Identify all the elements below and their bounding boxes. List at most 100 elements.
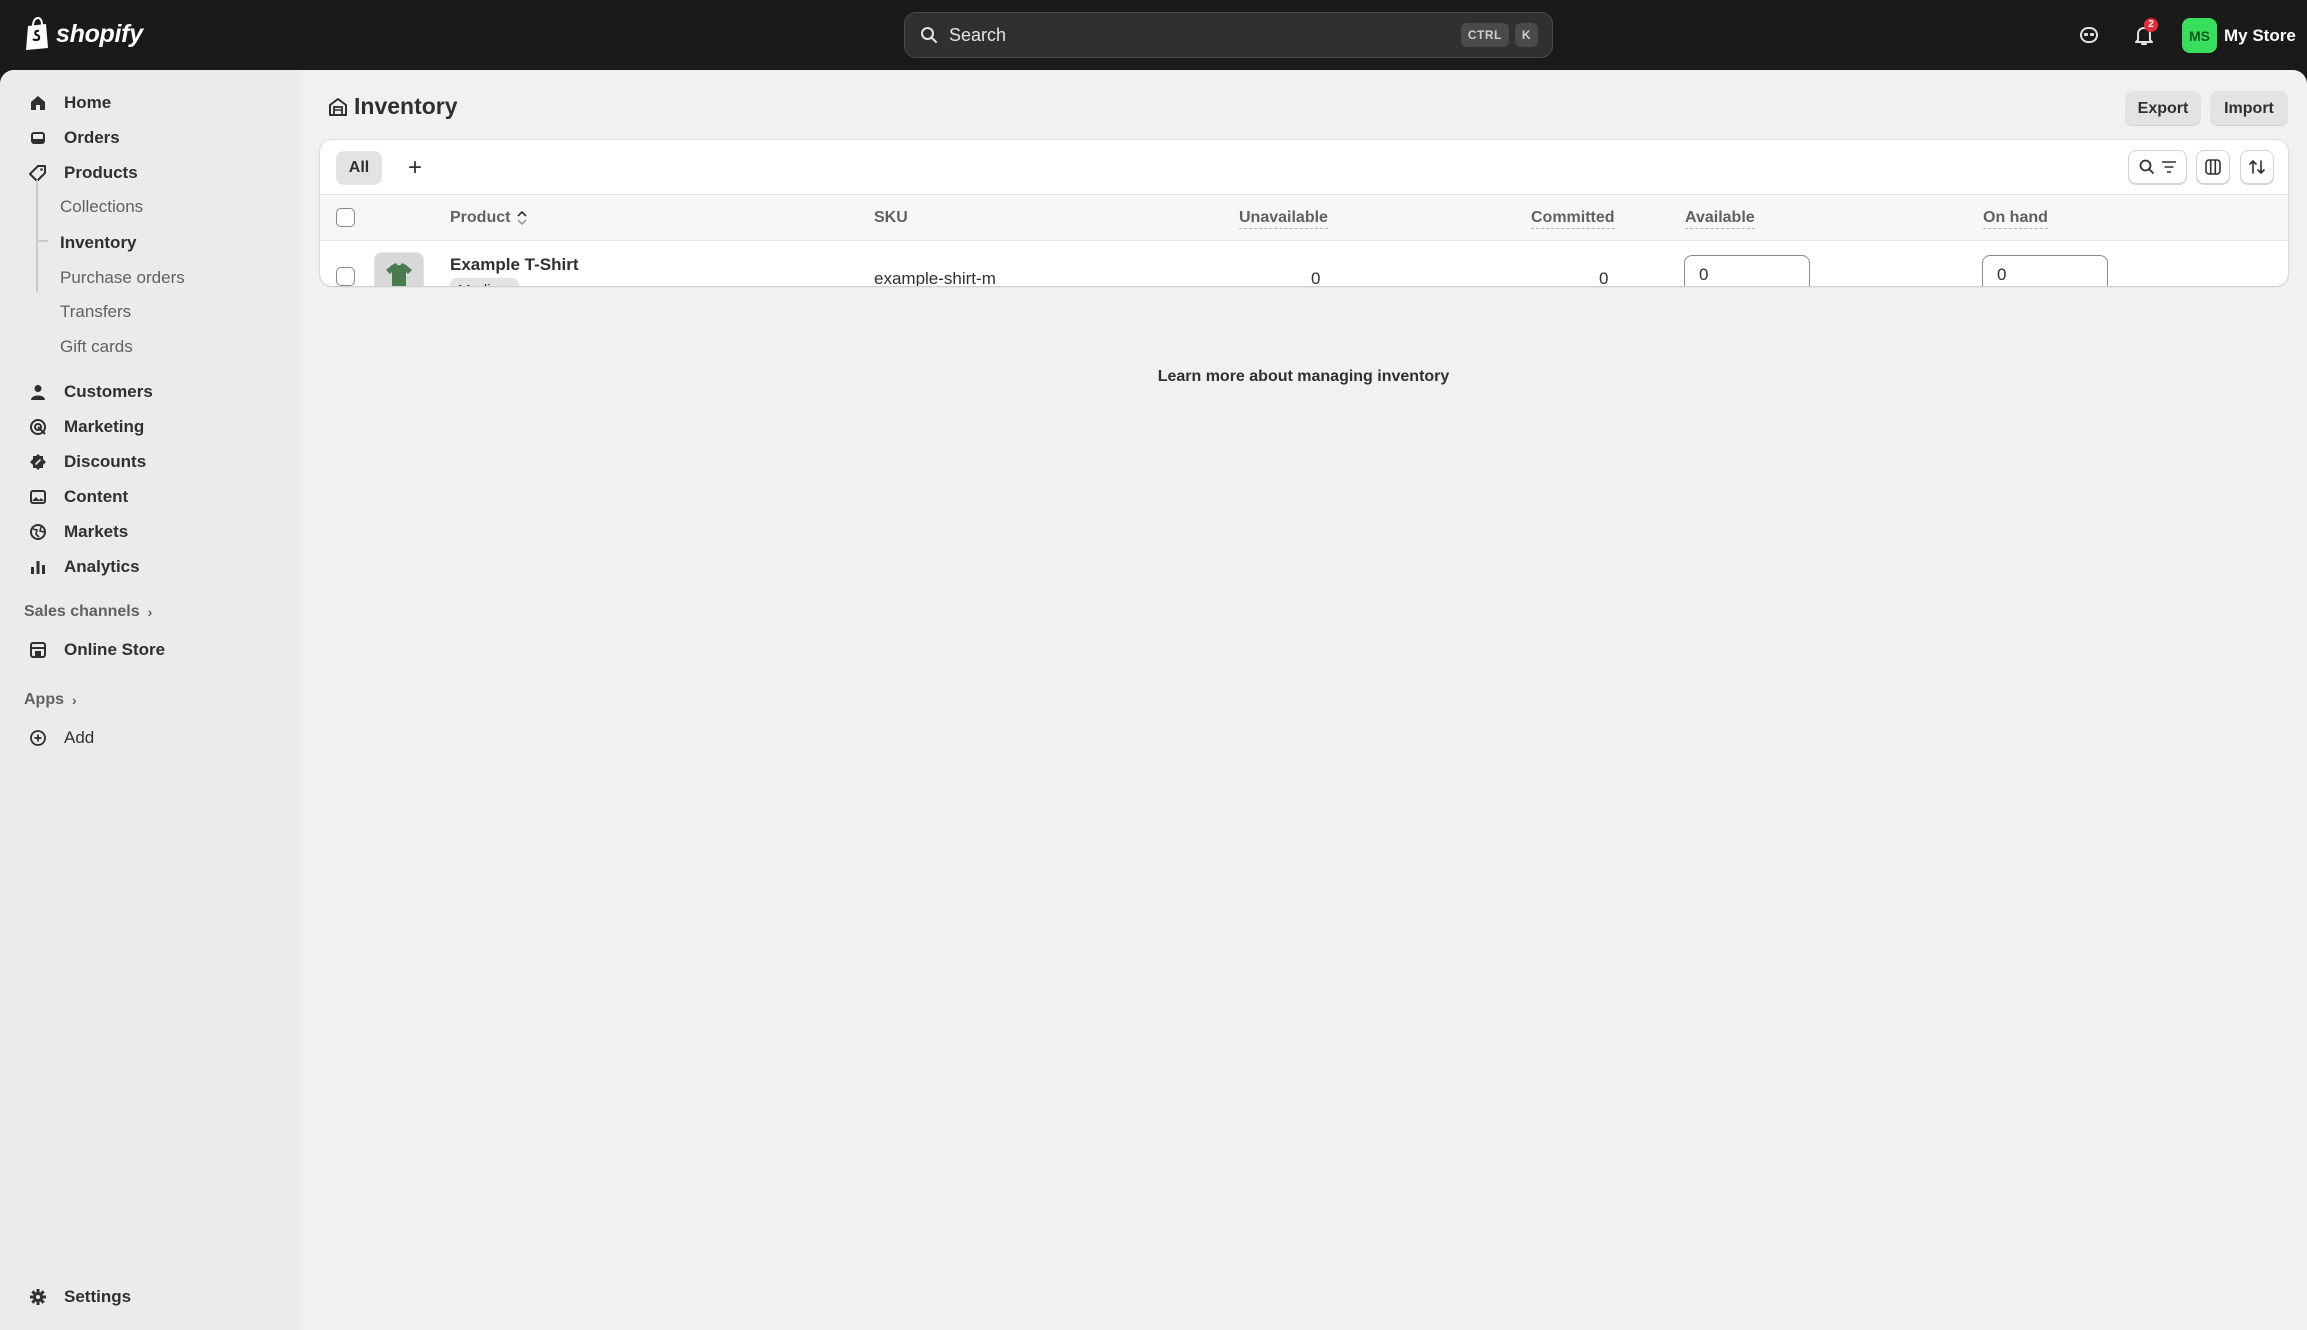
learn-more-link[interactable]: Learn more about managing inventory (1158, 368, 1450, 385)
select-all-checkbox[interactable] (336, 208, 355, 227)
sidekick-button[interactable] (2074, 20, 2104, 50)
view-tabs: All + (320, 140, 2288, 195)
sidebar-item-settings[interactable]: Settings (14, 1279, 284, 1314)
product-name[interactable]: Example T-Shirt (450, 255, 578, 275)
sidebar-subitem-collections[interactable]: Collections (14, 189, 284, 224)
table-row[interactable]: Example T-Shirt Medium example-shirt-m 0… (320, 241, 2288, 286)
app-shell: Home Orders Products Collections Invento… (0, 70, 2307, 1330)
gear-icon (28, 1287, 48, 1307)
sidebar-item-label: Online Store (64, 639, 166, 659)
sidebar-item-label: Marketing (64, 416, 145, 436)
page-title-text: Inventory (354, 93, 458, 119)
export-button[interactable]: Export (2125, 91, 2201, 126)
sidebar-item-label: Customers (64, 381, 153, 401)
sidebar-item-orders[interactable]: Orders (14, 120, 284, 155)
sidebar-subitem-label: Collections (60, 196, 144, 216)
sidebar: Home Orders Products Collections Invento… (0, 70, 300, 1330)
main-content: Inventory Export Import All + Product SK… (300, 70, 2307, 1330)
shortcut-key-ctrl: CTRL (1460, 23, 1509, 47)
sidebar-subitem-label: Inventory (60, 232, 137, 252)
globe-icon (28, 522, 48, 542)
columns-button[interactable] (2196, 150, 2230, 184)
sidebar-item-customers[interactable]: Customers (14, 374, 284, 409)
product-thumbnail (374, 252, 424, 286)
sidebar-item-add-app[interactable]: Add (14, 720, 284, 755)
shortcut-key-k: K (1514, 23, 1538, 47)
sidebar-item-marketing[interactable]: Marketing (14, 409, 284, 444)
sidebar-item-label: Markets (64, 521, 129, 541)
sidebar-item-label: Discounts (64, 451, 147, 471)
person-icon (28, 382, 48, 402)
sidebar-item-online-store[interactable]: Online Store (14, 632, 284, 667)
page-title: Inventory (328, 93, 458, 120)
sidebar-item-label: Add (64, 727, 95, 747)
storefront-icon (28, 640, 48, 660)
apps-label: Apps (24, 691, 64, 708)
sidebar-subitem-gift-cards[interactable]: Gift cards (14, 329, 284, 364)
tag-icon (28, 163, 48, 183)
inventory-icon (329, 97, 347, 116)
inventory-table-card: All + Product SKU Unavailable Committed … (320, 140, 2288, 286)
column-header-label: Product (450, 209, 511, 226)
target-icon (28, 417, 48, 437)
notification-badge: 2 (2144, 18, 2158, 32)
home-icon (28, 93, 48, 113)
chevron-right-icon: › (147, 604, 153, 620)
sidebar-subitem-inventory[interactable]: Inventory (14, 225, 284, 260)
brand-name: shopify (56, 19, 143, 48)
available-input[interactable] (1684, 255, 1810, 286)
chevron-right-icon: › (72, 692, 77, 708)
sort-button[interactable] (2240, 150, 2274, 184)
sidebar-item-label: Analytics (64, 556, 140, 576)
sidebar-subitem-purchase-orders[interactable]: Purchase orders (14, 260, 284, 295)
variant-badge: Medium (450, 278, 520, 286)
sidekick-icon (2080, 27, 2098, 43)
sales-channels-header[interactable]: Sales channels › (24, 603, 152, 621)
column-header-sku: SKU (874, 209, 908, 226)
sidebar-item-markets[interactable]: Markets (14, 514, 284, 549)
notifications-button[interactable]: 2 (2129, 18, 2159, 50)
search-filter-button[interactable] (2128, 150, 2187, 184)
sku-cell: example-shirt-m (874, 269, 996, 286)
import-button[interactable]: Import (2210, 91, 2288, 126)
sidebar-item-label: Home (64, 92, 112, 112)
search-placeholder: Search (949, 24, 1007, 45)
on-hand-input[interactable] (1982, 255, 2108, 286)
column-header-on-hand[interactable]: On hand (1983, 209, 2048, 229)
store-menu[interactable]: MS My Store (2182, 18, 2296, 53)
sidebar-subitem-label: Transfers (60, 301, 132, 321)
apps-header[interactable]: Apps › (24, 691, 77, 709)
sidebar-item-home[interactable]: Home (14, 85, 284, 120)
sidebar-item-label: Settings (64, 1286, 132, 1306)
search-icon (921, 27, 937, 43)
discount-icon (28, 452, 48, 472)
sales-channels-label: Sales channels (24, 603, 140, 620)
sidebar-item-analytics[interactable]: Analytics (14, 549, 284, 584)
row-checkbox[interactable] (336, 267, 355, 286)
columns-icon (2205, 159, 2221, 175)
tab-all[interactable]: All (336, 151, 382, 185)
sidebar-subitem-transfers[interactable]: Transfers (14, 294, 284, 329)
learn-more-text: Learn more about managing inventory (300, 368, 2307, 386)
sidebar-item-label: Products (64, 162, 138, 182)
tshirt-icon (386, 263, 412, 286)
column-header-product[interactable]: Product (450, 209, 528, 227)
sidebar-item-discounts[interactable]: Discounts (14, 444, 284, 479)
filter-icon (2161, 161, 2176, 173)
sort-caret-icon (517, 210, 528, 226)
top-bar: shopify Search CTRL K 2 MS My Store (0, 0, 2307, 70)
shopify-logo[interactable]: shopify (24, 17, 143, 51)
sidebar-item-content[interactable]: Content (14, 479, 284, 514)
column-header-available[interactable]: Available (1685, 209, 1755, 229)
image-icon (28, 487, 48, 507)
sidebar-item-products[interactable]: Products (14, 155, 284, 190)
column-header-committed[interactable]: Committed (1531, 209, 1615, 229)
inbox-icon (28, 128, 48, 148)
search-input[interactable]: Search CTRL K (904, 12, 1553, 58)
unavailable-cell[interactable]: 0 (1311, 269, 1320, 286)
plus-circle-icon (28, 728, 48, 748)
sidebar-subitem-label: Purchase orders (60, 267, 185, 287)
bar-chart-icon (28, 557, 48, 577)
column-header-unavailable[interactable]: Unavailable (1239, 209, 1328, 229)
add-view-button[interactable]: + (398, 151, 432, 185)
